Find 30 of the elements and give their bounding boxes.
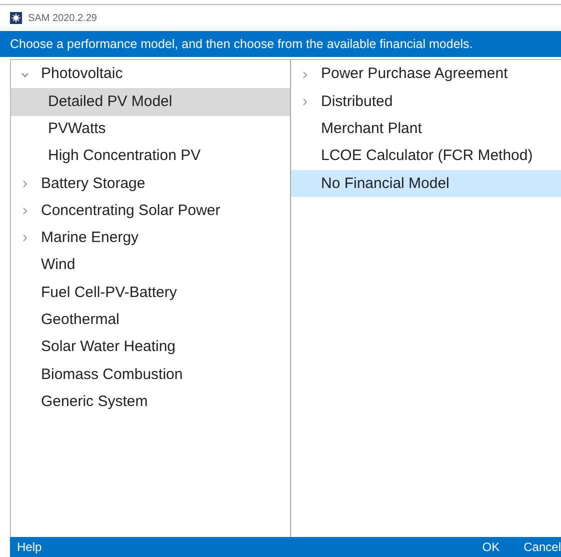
tree-item[interactable]: Biomass Combustion (11, 361, 290, 389)
chevron-down-icon[interactable] (21, 70, 29, 79)
chevron-right-icon[interactable] (21, 180, 29, 188)
tree-item[interactable]: Wind (11, 252, 290, 280)
chevron-right-icon[interactable] (21, 207, 29, 216)
help-button[interactable]: Help (10, 538, 42, 556)
tree-item[interactable]: No Financial Model (291, 170, 561, 198)
tree-item[interactable]: Photovoltaic (11, 61, 290, 88)
chevron-right-icon[interactable] (301, 98, 309, 106)
tree-item[interactable]: High Concentration PV (11, 142, 290, 170)
tree-item[interactable]: LCOE Calculator (FCR Method) (291, 142, 561, 170)
window-title: SAM 2020.2.29 (28, 12, 97, 26)
chevron-right-icon[interactable] (301, 70, 309, 79)
chevron-right-icon[interactable] (21, 234, 29, 242)
tree-item[interactable]: Battery Storage (11, 170, 290, 198)
instruction-text: Choose a performance model, and then choose from the available financial models. (10, 36, 473, 53)
tree-item[interactable]: Distributed (291, 88, 561, 116)
tree-item[interactable]: Merchant Plant (291, 116, 561, 143)
tree-item[interactable]: Generic System (11, 388, 290, 416)
tree-item[interactable]: PVWatts (11, 116, 290, 143)
ok-button[interactable]: OK (482, 538, 500, 556)
tree-item[interactable]: Marine Energy (11, 224, 290, 252)
app-logo-icon (10, 12, 22, 24)
tree-item[interactable]: Concentrating Solar Power (11, 197, 290, 225)
tree-item[interactable]: Detailed PV Model (11, 88, 290, 116)
tree-item[interactable]: Geothermal (11, 306, 290, 334)
tree-item[interactable]: Fuel Cell-PV-Battery (11, 279, 290, 307)
cancel-button[interactable]: Cancel (524, 538, 561, 556)
tree-item[interactable]: Power Purchase Agreement (291, 61, 561, 88)
tree-item[interactable]: Solar Water Heating (11, 334, 290, 362)
